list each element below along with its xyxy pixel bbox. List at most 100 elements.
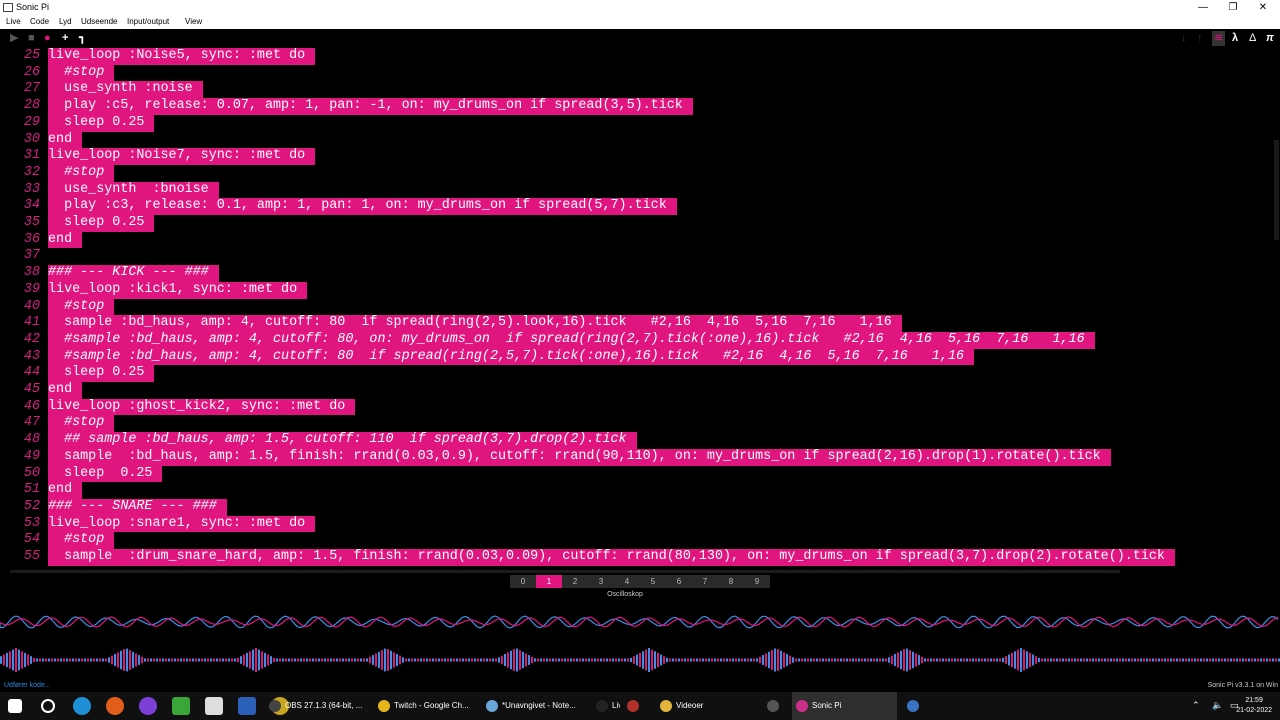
code-line[interactable]: 40 #stop: [0, 298, 1280, 316]
menu-input-output[interactable]: Input/output: [127, 17, 169, 26]
code-line[interactable]: 48 ## sample :bd_haus, amp: 1.5, cutoff:…: [0, 432, 1280, 449]
buffer-tab[interactable]: 6: [666, 575, 692, 588]
code-line[interactable]: 45 end: [0, 382, 1280, 399]
menu-live[interactable]: Live: [6, 17, 21, 26]
horizontal-scrollbar[interactable]: [10, 570, 1120, 573]
text-larger-icon[interactable]: ↑: [1197, 31, 1203, 46]
code-text[interactable]: #sample :bd_haus, amp: 4, cutoff: 80 if …: [48, 348, 975, 366]
code-text[interactable]: sleep 0.25: [48, 465, 163, 483]
code-line[interactable]: 39 live_loop :kick1, sync: :met do: [0, 281, 1280, 299]
code-line[interactable]: 51 end: [0, 482, 1280, 499]
code-text[interactable]: #stop: [48, 298, 115, 316]
code-editor[interactable]: 25 live_loop :Noise5, sync: :met do 26 #st…: [0, 48, 1280, 568]
taskbar-task[interactable]: Twitch - Google Ch...: [374, 692, 479, 720]
menu-udseende[interactable]: Udseende: [81, 17, 117, 26]
code-text[interactable]: end: [48, 382, 83, 399]
code-text[interactable]: sample :bd_haus, amp: 4, cutoff: 80 if s…: [48, 315, 902, 332]
buffer-tab[interactable]: 8: [718, 575, 744, 588]
menu-code[interactable]: Code: [30, 17, 49, 26]
code-line[interactable]: 43 #sample :bd_haus, amp: 4, cutoff: 80 …: [0, 348, 1280, 366]
code-line[interactable]: 49 sample :bd_haus, amp: 1.5, finish: rr…: [0, 448, 1280, 466]
code-line[interactable]: 44 sleep 0.25: [0, 365, 1280, 382]
code-text[interactable]: sleep 0.25: [48, 215, 155, 232]
taskbar-task[interactable]: Videoer: [656, 692, 761, 720]
code-line[interactable]: 35 sleep 0.25: [0, 215, 1280, 232]
word-icon[interactable]: [238, 697, 256, 715]
code-line[interactable]: 42 #sample :bd_haus, amp: 4, cutoff: 80,…: [0, 331, 1280, 349]
lambda-icon[interactable]: λ: [1232, 31, 1238, 46]
code-text[interactable]: use_synth :bnoise: [48, 181, 219, 199]
restore-button[interactable]: ❐: [1218, 0, 1248, 15]
code-line[interactable]: 33 use_synth :bnoise: [0, 181, 1280, 199]
buffer-tab[interactable]: 9: [744, 575, 770, 588]
start-icon[interactable]: [8, 699, 22, 713]
speaker-icon[interactable]: 🔈: [1212, 700, 1223, 711]
code-line[interactable]: 47 #stop: [0, 415, 1280, 433]
scope-icon[interactable]: ≋: [1212, 31, 1226, 46]
code-line[interactable]: 28 play :c5, release: 0.07, amp: 1, pan:…: [0, 98, 1280, 115]
corner-icon[interactable]: ┓: [79, 31, 86, 46]
menu-view[interactable]: View: [185, 17, 202, 26]
code-line[interactable]: 55 sample :drum_snare_hard, amp: 1.5, fi…: [0, 549, 1280, 566]
obs-studio-icon[interactable]: [139, 697, 157, 715]
code-line[interactable]: 52 ### --- SNARE --- ###: [0, 498, 1280, 516]
taskbar-task[interactable]: [623, 692, 651, 720]
code-text[interactable]: sample :drum_snare_hard, amp: 1.5, finis…: [48, 549, 1175, 566]
code-line[interactable]: 32 #stop: [0, 164, 1280, 182]
code-text[interactable]: ### --- KICK --- ###: [48, 265, 219, 282]
buffer-tab[interactable]: 3: [588, 575, 614, 588]
minimize-button[interactable]: —: [1188, 0, 1218, 15]
buffer-tab[interactable]: 7: [692, 575, 718, 588]
code-text[interactable]: #stop: [48, 164, 115, 182]
code-text[interactable]: #stop: [48, 415, 115, 433]
code-line[interactable]: 36 end: [0, 231, 1280, 249]
code-line[interactable]: 50 sleep 0.25: [0, 465, 1280, 483]
code-text[interactable]: live_loop :kick1, sync: :met do: [48, 281, 308, 299]
search-icon[interactable]: [41, 699, 55, 713]
code-line[interactable]: 37: [0, 248, 1280, 265]
code-text[interactable]: play :c3, release: 0.1, amp: 1, pan: 1, …: [48, 198, 677, 215]
taskbar-task[interactable]: [763, 692, 791, 720]
delta-icon[interactable]: Δ: [1249, 31, 1256, 46]
code-line[interactable]: 53 live_loop :snare1, sync: :met do: [0, 515, 1280, 533]
code-line[interactable]: 46 live_loop :ghost_kick2, sync: :met do: [0, 398, 1280, 416]
code-line[interactable]: 25 live_loop :Noise5, sync: :met do: [0, 48, 1280, 65]
menu-lyd[interactable]: Lyd: [59, 17, 72, 26]
add-icon[interactable]: +: [62, 31, 68, 46]
code-text[interactable]: ### --- SNARE --- ###: [48, 498, 227, 516]
stop-icon[interactable]: ■: [28, 31, 35, 46]
buffer-tab[interactable]: 1: [536, 575, 562, 588]
terminal-icon[interactable]: [172, 697, 190, 715]
code-line[interactable]: 31 live_loop :Noise7, sync: :met do: [0, 148, 1280, 165]
code-text[interactable]: #stop: [48, 64, 115, 82]
firefox-icon[interactable]: [106, 697, 124, 715]
code-line[interactable]: 27 use_synth :noise: [0, 81, 1280, 99]
code-text[interactable]: use_synth :noise: [48, 81, 203, 99]
code-text[interactable]: live_loop :snare1, sync: :met do: [48, 515, 316, 533]
run-icon[interactable]: ▶: [10, 31, 18, 46]
tray-chevron-icon[interactable]: ⌃: [1192, 700, 1200, 711]
code-text[interactable]: sleep 0.25: [48, 114, 155, 132]
code-line[interactable]: 38 ### --- KICK --- ###: [0, 265, 1280, 282]
code-text[interactable]: end: [48, 131, 83, 149]
code-text[interactable]: sleep 0.25: [48, 365, 155, 382]
code-text[interactable]: #sample :bd_haus, amp: 4, cutoff: 80, on…: [48, 331, 1095, 349]
code-line[interactable]: 41 sample :bd_haus, amp: 4, cutoff: 80 i…: [0, 315, 1280, 332]
taskbar-task[interactable]: [903, 692, 931, 720]
taskbar-task[interactable]: Sonic Pi: [792, 692, 897, 720]
code-text[interactable]: ## sample :bd_haus, amp: 1.5, cutoff: 11…: [48, 432, 637, 449]
text-smaller-icon[interactable]: ↓: [1181, 31, 1187, 46]
close-button[interactable]: ✕: [1248, 0, 1278, 15]
code-text[interactable]: live_loop :Noise5, sync: :met do: [48, 48, 316, 65]
code-text[interactable]: end: [48, 482, 83, 499]
code-text[interactable]: #stop: [48, 532, 115, 549]
code-text[interactable]: end: [48, 231, 83, 249]
code-line[interactable]: 34 play :c3, release: 0.1, amp: 1, pan: …: [0, 198, 1280, 215]
code-text[interactable]: live_loop :ghost_kick2, sync: :met do: [48, 398, 356, 416]
buffer-tab[interactable]: 2: [562, 575, 588, 588]
buffer-tab[interactable]: 5: [640, 575, 666, 588]
taskbar-task[interactable]: Live: [592, 692, 620, 720]
taskbar-task[interactable]: *Unavngivet - Note...: [482, 692, 587, 720]
clock[interactable]: 21:59 21-02-2022: [1236, 696, 1272, 716]
code-text[interactable]: live_loop :Noise7, sync: :met do: [48, 148, 316, 165]
